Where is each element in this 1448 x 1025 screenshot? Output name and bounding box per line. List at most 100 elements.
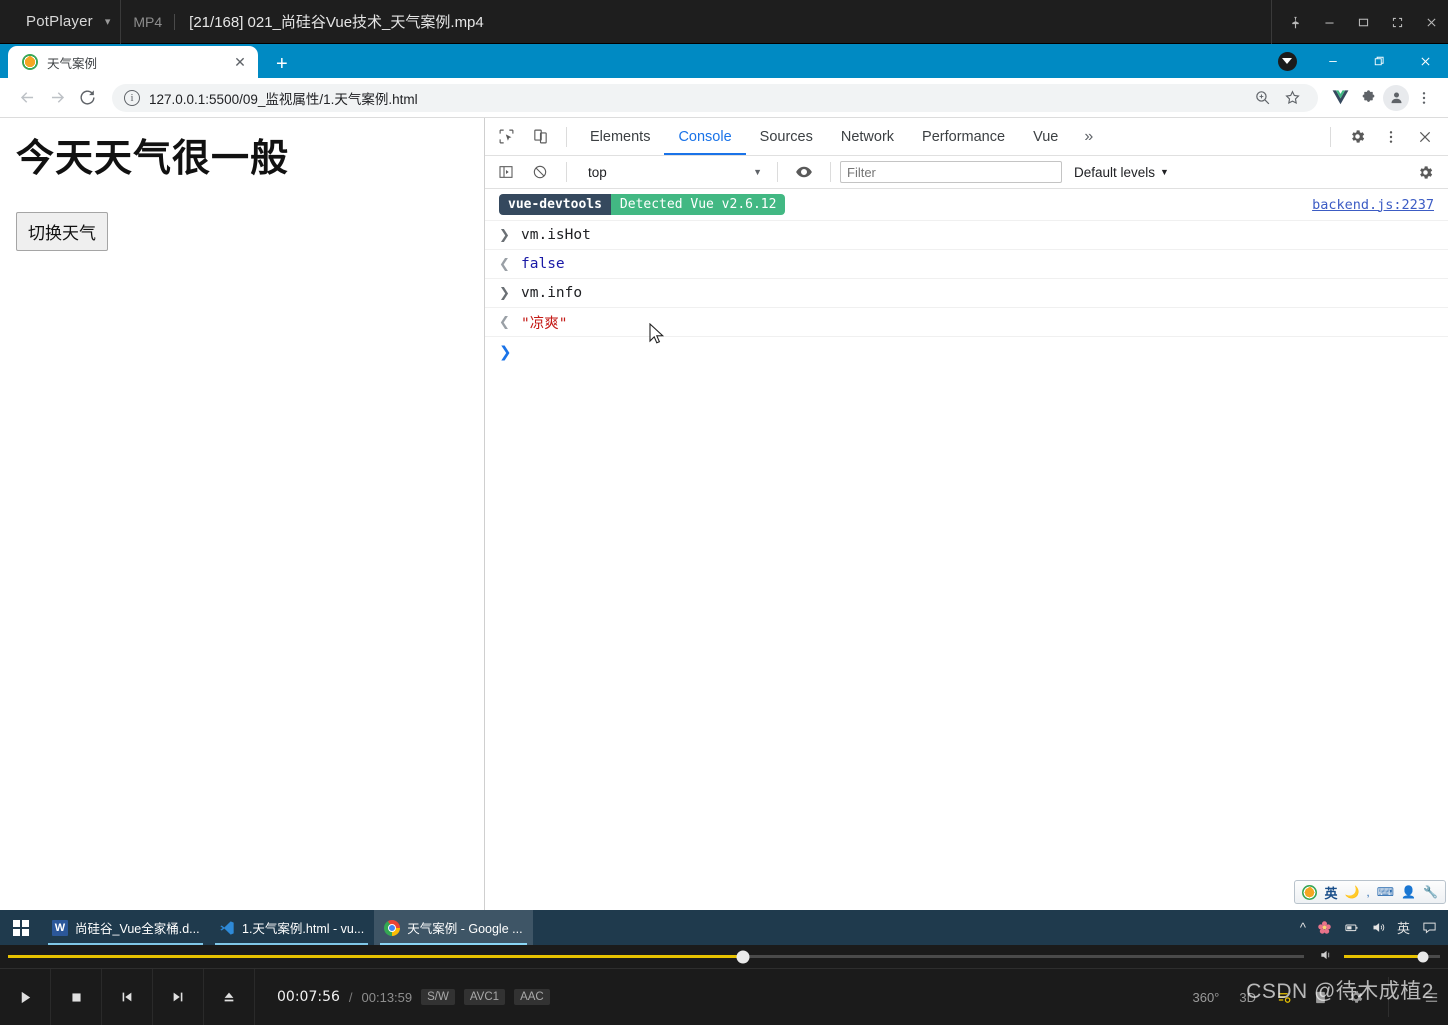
tab-console[interactable]: Console	[664, 118, 745, 155]
settings-gear-icon[interactable]	[1348, 989, 1364, 1005]
context-selector[interactable]: top ▼	[580, 161, 768, 183]
site-info-icon[interactable]: i	[124, 89, 140, 106]
input-arrow-icon: ❯	[499, 227, 510, 242]
close-icon[interactable]	[1402, 44, 1448, 78]
tab-sources[interactable]: Sources	[746, 118, 827, 155]
ime-language-indicator[interactable]: 英	[1397, 918, 1410, 937]
moon-icon[interactable]: 🌙	[1344, 885, 1359, 899]
start-button[interactable]	[0, 910, 42, 945]
address-bar[interactable]: i 127.0.0.1:5500/09_监视属性/1.天气案例.html	[112, 83, 1318, 112]
input-arrow-icon: ❯	[499, 285, 510, 300]
three-dot-menu-icon[interactable]	[1410, 84, 1438, 112]
more-tabs-icon[interactable]: »	[1072, 128, 1105, 146]
flower-icon[interactable]	[1317, 920, 1332, 935]
console-sidebar-icon[interactable]	[489, 157, 523, 187]
volume-icon[interactable]	[1318, 948, 1334, 965]
potplayer-controls: 00:07:56 / 00:13:59 S/W AVC1 AAC 360° 3D	[0, 945, 1448, 1025]
console-output-text: false	[521, 256, 565, 272]
volume-handle[interactable]	[1417, 951, 1429, 962]
console-filter-input[interactable]	[840, 161, 1062, 183]
chevron-down-icon[interactable]: ▾	[105, 15, 111, 28]
taskbar-item-label: 天气案例 - Google ...	[407, 922, 523, 936]
seek-handle[interactable]	[736, 950, 750, 963]
previous-button[interactable]	[102, 968, 153, 1025]
inspect-cursor-icon[interactable]	[489, 122, 523, 152]
tray-expand-icon[interactable]: ^	[1300, 920, 1306, 935]
menu-icon[interactable]	[1409, 990, 1440, 1005]
next-button[interactable]	[153, 968, 204, 1025]
device-toolbar-icon[interactable]	[523, 122, 557, 152]
volume-slider[interactable]	[1344, 951, 1440, 962]
three-dot-menu-icon[interactable]	[1374, 122, 1408, 152]
playlist-icon[interactable]	[1276, 990, 1293, 1005]
log-levels-dropdown[interactable]: Default levels ▼	[1074, 165, 1169, 180]
ime-mode-label[interactable]: 英	[1324, 883, 1337, 902]
toggle-weather-button[interactable]: 切换天气	[16, 211, 108, 251]
download-icon[interactable]	[1264, 44, 1310, 78]
close-icon[interactable]	[1408, 122, 1442, 152]
wrench-icon[interactable]: 🔧	[1423, 885, 1438, 899]
forward-button[interactable]	[42, 83, 72, 113]
tab-vue[interactable]: Vue	[1019, 118, 1072, 155]
play-button[interactable]	[0, 968, 51, 1025]
tab-elements[interactable]: Elements	[576, 118, 664, 155]
3d-button[interactable]: 3D	[1239, 990, 1256, 1005]
console-message-input: ❯ vm.isHot	[485, 221, 1448, 250]
fullscreen-icon[interactable]	[1380, 0, 1414, 44]
user-icon[interactable]: 👤	[1401, 885, 1416, 899]
clear-console-icon[interactable]	[523, 157, 557, 187]
pin-icon[interactable]	[1278, 0, 1312, 44]
extensions-icon[interactable]	[1354, 84, 1382, 112]
browser-tab[interactable]: 天气案例 ✕	[8, 46, 258, 78]
page-title: 今天天气很一般	[16, 136, 290, 180]
info-icon[interactable]	[1313, 990, 1328, 1005]
tab-performance[interactable]: Performance	[908, 118, 1019, 155]
console-input-text: vm.info	[521, 285, 583, 301]
mouse-cursor	[649, 323, 665, 344]
chevron-down-icon: ▼	[1160, 167, 1169, 177]
gear-icon[interactable]	[1340, 122, 1374, 152]
console-prompt[interactable]: ❯	[485, 337, 1448, 367]
seek-bar[interactable]	[8, 950, 1304, 963]
taskbar-item-chrome[interactable]: 天气案例 - Google ...	[374, 910, 533, 945]
potplayer-window-controls	[1271, 0, 1448, 44]
eject-button[interactable]	[204, 968, 255, 1025]
source-link[interactable]: backend.js:2237	[1312, 197, 1434, 213]
zoom-icon[interactable]	[1248, 84, 1276, 112]
console-message-input: ❯ vm.info	[485, 279, 1448, 308]
potplayer-format-label: MP4	[133, 13, 163, 30]
minimize-icon[interactable]	[1312, 0, 1346, 44]
reload-button[interactable]	[72, 83, 102, 113]
notification-icon[interactable]	[1421, 920, 1438, 935]
keyboard-icon[interactable]: ⌨	[1377, 885, 1394, 899]
vue-favicon-icon	[22, 54, 38, 70]
minimize-icon[interactable]	[1310, 44, 1356, 78]
taskbar-item-vscode[interactable]: 1.天气案例.html - vu...	[209, 910, 374, 945]
windows-taskbar: W 尚硅谷_Vue全家桶.d... 1.天气案例.html - vu... 天气…	[0, 910, 1448, 945]
volume-icon[interactable]	[1371, 920, 1386, 935]
new-tab-button[interactable]: +	[276, 54, 288, 74]
vue-extension-icon[interactable]	[1326, 84, 1354, 112]
battery-icon[interactable]	[1343, 920, 1360, 935]
punctuation-icon[interactable]: ,	[1366, 885, 1369, 899]
taskbar-item-word[interactable]: W 尚硅谷_Vue全家桶.d...	[42, 910, 209, 945]
profile-avatar[interactable]	[1382, 84, 1410, 112]
sogou-ime-bar[interactable]: 英 🌙 , ⌨ 👤 🔧	[1294, 880, 1446, 904]
output-arrow-icon: ❮	[499, 256, 510, 271]
stop-button[interactable]	[51, 968, 102, 1025]
vr-360-button[interactable]: 360°	[1192, 990, 1219, 1005]
close-icon[interactable]: ✕	[232, 54, 248, 71]
console-settings-gear-icon[interactable]	[1408, 157, 1442, 187]
restore-icon[interactable]	[1356, 44, 1402, 78]
tab-network[interactable]: Network	[827, 118, 908, 155]
back-button[interactable]	[12, 83, 42, 113]
potplayer-app-name[interactable]: PotPlayer	[0, 13, 99, 30]
close-icon[interactable]	[1414, 0, 1448, 44]
eye-icon[interactable]	[787, 157, 821, 187]
video-codec-chip: AVC1	[463, 989, 506, 1005]
console-output[interactable]: vue-devtools Detected Vue v2.6.12 backen…	[485, 189, 1448, 910]
maximize-icon[interactable]	[1346, 0, 1380, 44]
chrome-toolbar: i 127.0.0.1:5500/09_监视属性/1.天气案例.html	[0, 78, 1448, 118]
star-icon[interactable]	[1278, 84, 1306, 112]
devtools-panel: Elements Console Sources Network Perform…	[485, 118, 1448, 910]
